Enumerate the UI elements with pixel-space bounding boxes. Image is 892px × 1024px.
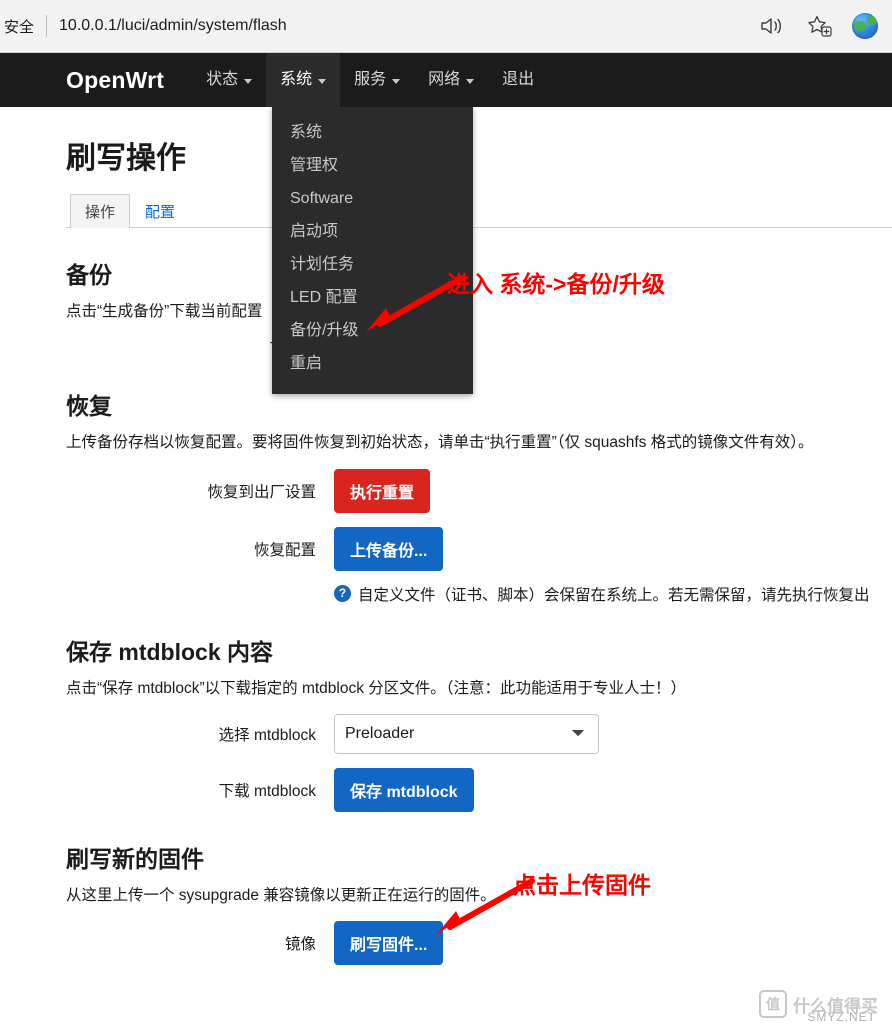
add-favorite-icon[interactable] [804, 11, 834, 41]
nav-item-status-label: 状态 [206, 71, 239, 88]
toolbar-divider [46, 15, 48, 37]
watermark-domain: SMYZ.NET [807, 1010, 876, 1024]
toolbar-actions [756, 11, 892, 41]
restore-heading: 恢复 [66, 393, 112, 420]
chevron-down-icon [392, 78, 401, 84]
address-bar[interactable]: 10.0.0.1/luci/admin/system/flash [59, 9, 756, 43]
mtdblock-heading: 保存 mtdblock 内容 [66, 638, 274, 665]
help-icon[interactable]: ? [334, 584, 351, 602]
browser-toolbar: 安全 10.0.0.1/luci/admin/system/flash [0, 0, 892, 53]
annotation-arrow-1 [366, 275, 465, 332]
read-aloud-icon[interactable] [756, 11, 786, 41]
watermark-badge: 值 [759, 990, 787, 1018]
globe-icon[interactable] [852, 13, 878, 39]
restore-config-label: 恢复配置 [253, 541, 316, 559]
nav-item-logout-label: 退出 [502, 71, 535, 88]
nav-item-system[interactable]: 系统 [266, 53, 341, 107]
page-title: 刷写操作 [66, 142, 186, 175]
openwrt-navbar: OpenWrt 状态 系统 服务 网络 退出 [0, 53, 892, 107]
tab-operations[interactable]: 操作 [70, 194, 131, 228]
factory-reset-label: 恢复到出厂设置 [207, 483, 316, 501]
nav-item-services[interactable]: 服务 [354, 53, 401, 107]
restore-config-row: 恢复配置 上传备份... [66, 526, 892, 571]
url-host: 10.0.0.1 [59, 17, 117, 34]
save-mtdblock-button[interactable]: 保存 mtdblock [334, 767, 474, 812]
upload-backup-button[interactable]: 上传备份... [334, 526, 444, 571]
backup-download-row: 下载备 [66, 337, 892, 359]
tab-configuration[interactable]: 配置 [130, 194, 190, 228]
mtdblock-download-row: 下载 mtdblock 保存 mtdblock [66, 767, 892, 812]
brand-logo[interactable]: OpenWrt [66, 67, 164, 94]
mtdblock-download-label: 下载 mtdblock [218, 782, 316, 800]
nav-item-services-label: 服务 [354, 71, 387, 88]
chevron-down-icon [466, 78, 475, 84]
system-dropdown-menu: 系统 管理权 Software 启动项 计划任务 LED 配置 备份/升级 重启 [272, 106, 473, 394]
mtdblock-select-label: 选择 mtdblock [218, 726, 316, 744]
menu-item-admin[interactable]: 管理权 [272, 149, 473, 182]
nav-item-system-label: 系统 [280, 71, 313, 88]
flash-heading: 刷写新的固件 [66, 845, 204, 872]
annotation-system-backup: 进入 系统->备份/升级 [447, 271, 665, 297]
restore-description: 上传备份存档以恢复配置。要将固件恢复到初始状态，请单击“执行重置”（仅 squa… [66, 434, 814, 452]
restore-note-text: 自定义文件（证书、脚本）会保留在系统上。若无需保留，请先执行恢复出 [358, 586, 870, 604]
mtdblock-description: 点击“保存 mtdblock”以下载指定的 mtdblock 分区文件。（注意：… [66, 679, 687, 697]
chevron-down-icon [244, 78, 253, 84]
backup-description: 点击“生成备份”下载当前配置 [66, 303, 263, 320]
chevron-down-icon [318, 78, 327, 84]
restore-note: ? 自定义文件（证书、脚本）会保留在系统上。若无需保留，请先执行恢复出 [334, 583, 892, 605]
perform-reset-button[interactable]: 执行重置 [334, 468, 431, 513]
url-path: /luci/admin/system/flash [116, 17, 287, 34]
flash-image-label: 镜像 [284, 936, 316, 953]
security-label: 安全 [4, 18, 35, 36]
mtdblock-select[interactable]: Preloader [334, 713, 599, 754]
nav-item-network[interactable]: 网络 [428, 53, 475, 107]
mtdblock-select-row: 选择 mtdblock Preloader [66, 713, 892, 754]
tab-bar: 操作 配置 [66, 193, 892, 228]
menu-item-reboot[interactable]: 重启 [272, 347, 473, 380]
annotation-arrow-2 [436, 878, 535, 935]
nav-item-status[interactable]: 状态 [206, 53, 253, 107]
menu-item-system[interactable]: 系统 [272, 116, 473, 149]
menu-item-startup[interactable]: 启动项 [272, 215, 473, 248]
nav-item-network-label: 网络 [428, 71, 461, 88]
factory-reset-row: 恢复到出厂设置 执行重置 [66, 468, 892, 513]
nav-item-logout[interactable]: 退出 [502, 53, 534, 107]
menu-item-software[interactable]: Software [272, 182, 473, 215]
